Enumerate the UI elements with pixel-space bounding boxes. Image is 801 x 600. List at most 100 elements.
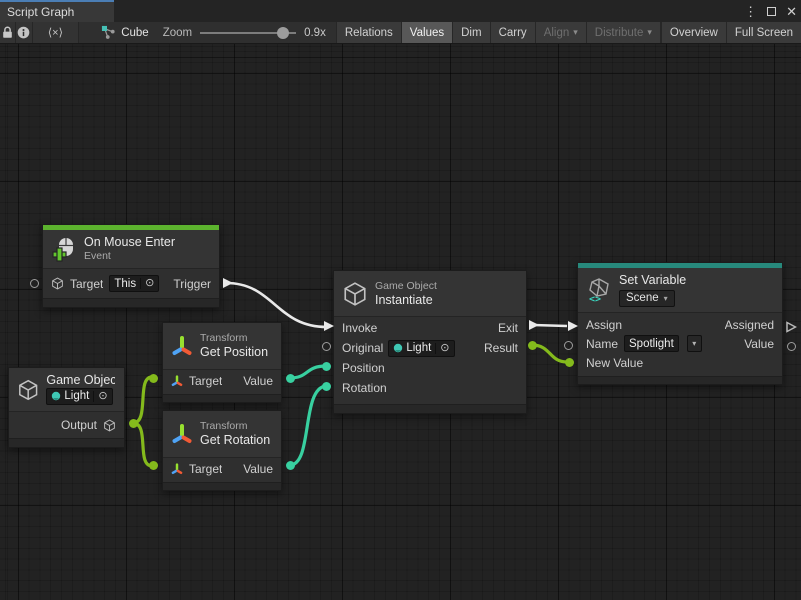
graph-breadcrumb[interactable]: Cube: [93, 22, 157, 43]
variables-button[interactable]: ⟨×⟩: [33, 22, 80, 43]
port-target-in[interactable]: [149, 461, 158, 470]
port-label-invoke: Invoke: [342, 321, 377, 335]
port-label-output: Output: [61, 418, 97, 432]
port-value-out[interactable]: [787, 342, 796, 351]
port-label-rotation: Rotation: [342, 381, 387, 395]
inspect-button[interactable]: [16, 22, 32, 43]
node-category: Transform: [200, 420, 270, 433]
port-exit-out[interactable]: [529, 320, 539, 330]
relations-button[interactable]: Relations: [336, 22, 401, 43]
port-label-exit: Exit: [498, 321, 518, 335]
variable-name-dropdown[interactable]: ▾: [687, 335, 702, 352]
port-original-in[interactable]: [322, 342, 331, 351]
lock-button[interactable]: [0, 22, 16, 43]
window-controls: ⋮ ✕: [744, 0, 797, 22]
port-new-value-in[interactable]: [565, 358, 574, 367]
tab-bar: Script Graph ⋮ ✕: [0, 0, 801, 22]
connection-getrotation-value-rotation[interactable]: [290, 386, 326, 465]
graph-icon: [101, 25, 116, 40]
node-get-rotation[interactable]: Transform Get Rotation Target Value: [162, 410, 282, 491]
zoom-slider-handle[interactable]: [277, 27, 289, 39]
port-target-in[interactable]: [30, 279, 39, 288]
node-title: Set Variable: [619, 273, 686, 288]
port-assigned-out[interactable]: [785, 320, 797, 338]
object-picker-icon[interactable]: ⊙: [435, 343, 449, 354]
graph-name: Cube: [121, 27, 149, 39]
node-category: Transform: [200, 332, 268, 345]
zoom-control: Zoom 0.9x: [157, 22, 332, 43]
node-title: On Mouse Enter: [84, 235, 175, 250]
info-icon: [16, 25, 31, 40]
original-value-field[interactable]: Light ⊙: [388, 340, 454, 357]
game-object-icon: [342, 281, 368, 307]
port-label-trigger: Trigger: [173, 277, 211, 291]
port-output-out[interactable]: [129, 419, 138, 428]
port-position-in[interactable]: [322, 362, 331, 371]
port-trigger-out[interactable]: [223, 278, 233, 288]
node-game-object-light[interactable]: Game Object Light ⊙ Output: [8, 367, 125, 448]
port-target-in[interactable]: [149, 374, 158, 383]
chevron-down-icon: ▾: [573, 27, 578, 38]
port-value-out[interactable]: [286, 374, 295, 383]
port-invoke-in[interactable]: [324, 321, 334, 331]
zoom-value: 0.9x: [304, 27, 326, 39]
chevron-down-icon: ▾: [692, 339, 696, 348]
variable-scope-dropdown[interactable]: Scene ▾: [619, 290, 675, 307]
port-label-value: Value: [243, 374, 273, 388]
target-value-field[interactable]: This ⊙: [109, 275, 159, 292]
view-options: Relations Values Dim Carry Align▾ Distri…: [336, 22, 801, 43]
object-picker-icon[interactable]: ⊙: [140, 278, 154, 289]
port-label-value: Value: [243, 462, 273, 476]
light-icon: [51, 391, 61, 401]
connection-trigger-invoke[interactable]: [226, 283, 327, 327]
script-graph-window: Script Graph ⋮ ✕ ⟨×⟩: [0, 0, 801, 600]
port-result-out[interactable]: [528, 341, 537, 350]
port-label-position: Position: [342, 361, 385, 375]
variable-name-field[interactable]: Spotlight: [624, 335, 679, 352]
maximize-icon[interactable]: [767, 7, 776, 16]
game-object-icon: [103, 419, 116, 432]
object-picker-icon[interactable]: ⊙: [93, 391, 107, 402]
port-assign-in[interactable]: [568, 321, 578, 331]
node-instantiate[interactable]: Game Object Instantiate Invoke Exit Orig…: [333, 270, 527, 414]
tab-script-graph[interactable]: Script Graph: [0, 0, 114, 22]
zoom-label: Zoom: [163, 27, 192, 39]
distribute-dropdown[interactable]: Distribute▾: [586, 22, 660, 43]
node-title: Get Position: [200, 345, 268, 360]
align-dropdown[interactable]: Align▾: [535, 22, 586, 43]
node-title: Get Rotation: [200, 433, 270, 448]
node-set-variable[interactable]: <> Set Variable Scene ▾ Assign Assigned …: [577, 262, 783, 385]
fullscreen-button[interactable]: Full Screen: [726, 22, 801, 43]
node-get-position[interactable]: Transform Get Position Target Value: [162, 322, 282, 403]
menu-icon[interactable]: ⋮: [744, 5, 757, 18]
port-label-new-value: New Value: [586, 356, 643, 370]
game-object-icon: [51, 277, 64, 290]
node-category: Game Object: [375, 280, 437, 293]
close-icon[interactable]: ✕: [786, 5, 797, 18]
graph-canvas[interactable]: On Mouse Enter Event Target This ⊙ Trigg…: [0, 44, 801, 600]
chevron-down-icon: ▾: [664, 294, 668, 303]
game-object-icon: [17, 378, 39, 402]
connection-getposition-value-position[interactable]: [290, 366, 326, 378]
connection-light-getposition-target[interactable]: [133, 377, 152, 423]
port-label-assign: Assign: [586, 318, 622, 332]
light-value-field[interactable]: Light ⊙: [46, 388, 112, 405]
dim-button[interactable]: Dim: [452, 22, 489, 43]
zoom-slider[interactable]: [200, 32, 296, 34]
values-button[interactable]: Values: [401, 22, 452, 43]
chevron-down-icon: ▾: [647, 27, 652, 38]
overview-button[interactable]: Overview: [660, 22, 726, 43]
port-name-in[interactable]: [564, 341, 573, 350]
port-rotation-in[interactable]: [322, 382, 331, 391]
transform-icon: [171, 375, 183, 387]
port-label-name: Name: [586, 337, 618, 351]
set-variable-icon: <>: [586, 277, 612, 303]
port-value-out[interactable]: [286, 461, 295, 470]
transform-icon: [171, 463, 183, 475]
connection-result-newvalue[interactable]: [532, 345, 567, 362]
carry-button[interactable]: Carry: [490, 22, 535, 43]
port-label-result: Result: [484, 341, 518, 355]
node-on-mouse-enter[interactable]: On Mouse Enter Event Target This ⊙ Trigg…: [42, 224, 220, 308]
port-label-target: Target: [189, 462, 222, 476]
connection-light-getrotation-target[interactable]: [133, 423, 152, 466]
